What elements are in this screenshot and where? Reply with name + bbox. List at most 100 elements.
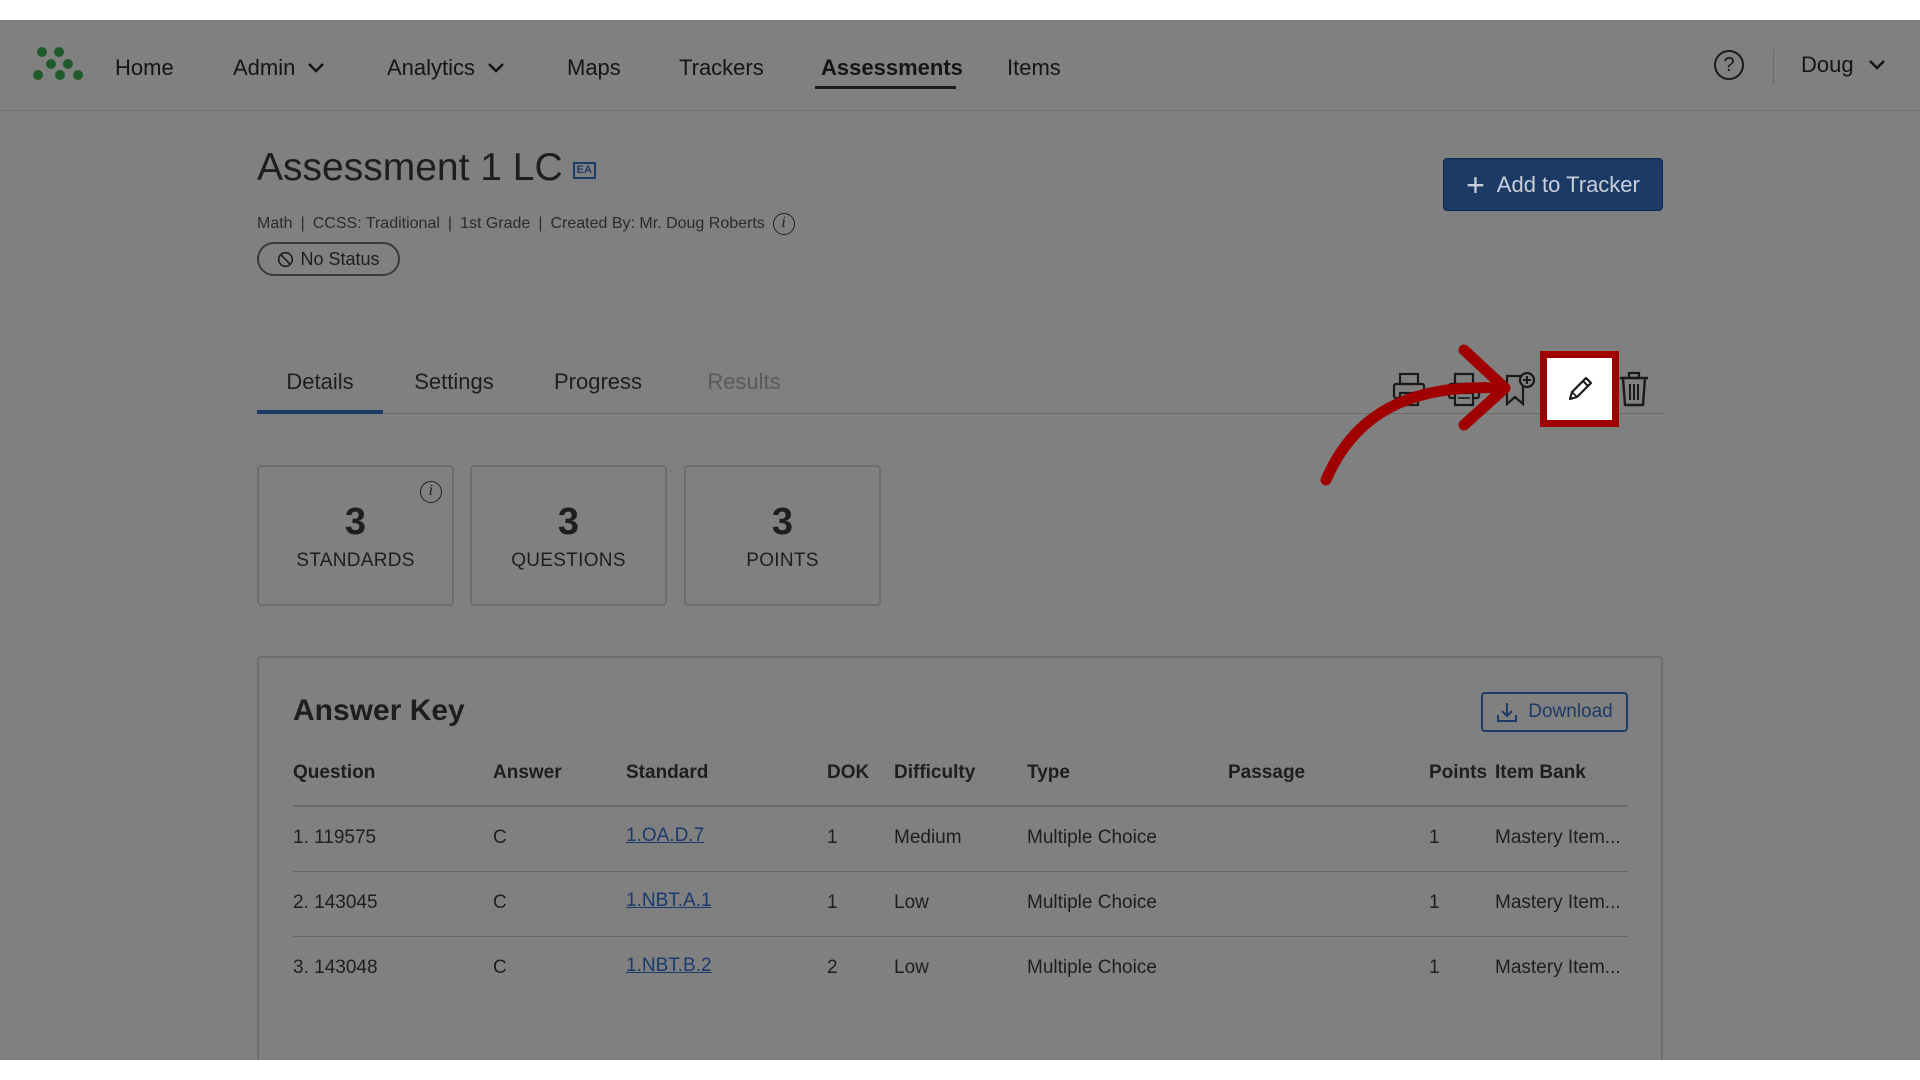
- assessment-meta: Math | CCSS: Traditional | 1st Grade | C…: [257, 213, 795, 235]
- cell-difficulty: Low: [894, 892, 929, 913]
- stat-standards-value: 3: [344, 500, 367, 543]
- meta-creator: Created By: Mr. Doug Roberts: [550, 215, 765, 232]
- download-button[interactable]: Download: [1481, 692, 1628, 732]
- cell-type: Multiple Choice: [1027, 957, 1157, 978]
- cell-difficulty: Medium: [894, 827, 962, 848]
- status-label: No Status: [300, 248, 380, 269]
- tab-settings-label: Settings: [414, 369, 494, 394]
- tab-progress[interactable]: Progress: [534, 350, 662, 414]
- nav-assessments-label: Assessments: [821, 55, 963, 80]
- ea-badge: EA: [572, 161, 596, 179]
- tab-active-indicator: [257, 410, 383, 414]
- stat-points-label: POINTS: [746, 549, 819, 571]
- stat-questions-label: QUESTIONS: [511, 549, 626, 571]
- table-row: 1. 119575 C 1.OA.D.7 1 Medium Multiple C…: [259, 807, 1665, 872]
- answer-key-title: Answer Key: [293, 694, 465, 727]
- trash-icon[interactable]: [1616, 368, 1652, 410]
- nav-analytics[interactable]: Analytics: [387, 52, 505, 84]
- annotation-arrow-icon: [1320, 344, 1511, 486]
- edit-pencil-icon: [1568, 376, 1592, 401]
- app-logo-icon[interactable]: [32, 46, 86, 80]
- add-to-tracker-label: Add to Tracker: [1496, 171, 1640, 197]
- chevron-down-icon: [308, 63, 325, 73]
- meta-subject: Math: [257, 215, 293, 232]
- nav-trackers[interactable]: Trackers: [679, 52, 764, 84]
- meta-grade: 1st Grade: [460, 215, 531, 232]
- status-badge[interactable]: No Status: [257, 242, 400, 276]
- info-icon[interactable]: i: [420, 481, 442, 503]
- column-header-passage[interactable]: Passage: [1228, 762, 1305, 784]
- cell-standard-link[interactable]: 1.OA.D.7: [626, 825, 704, 847]
- column-header-standard[interactable]: Standard: [626, 762, 708, 784]
- download-label: Download: [1528, 701, 1613, 722]
- nav-analytics-label: Analytics: [387, 55, 476, 80]
- answer-key-panel: Answer Key Download Question Answer Stan…: [257, 656, 1663, 1060]
- column-header-points[interactable]: Points: [1429, 762, 1487, 784]
- page-title: Assessment 1 LC: [257, 146, 563, 189]
- add-to-tracker-button[interactable]: + Add to Tracker: [1443, 158, 1663, 211]
- cell-points: 1: [1429, 827, 1440, 848]
- cell-dok: 1: [827, 892, 838, 913]
- table-row: 3. 143048 C 1.NBT.B.2 2 Low Multiple Cho…: [259, 937, 1665, 1002]
- cell-item-bank: Mastery Item...: [1495, 827, 1621, 848]
- cell-points: 1: [1429, 957, 1440, 978]
- cell-type: Multiple Choice: [1027, 827, 1157, 848]
- nav-divider: [1773, 50, 1774, 84]
- cell-standard-link[interactable]: 1.NBT.B.2: [626, 955, 712, 977]
- column-header-question[interactable]: Question: [293, 762, 375, 784]
- tab-settings[interactable]: Settings: [400, 350, 508, 414]
- stat-card-questions: 3 QUESTIONS: [470, 465, 667, 606]
- cell-item-bank: Mastery Item...: [1495, 892, 1621, 913]
- info-icon[interactable]: i: [772, 213, 795, 235]
- nav-maps-label: Maps: [567, 55, 621, 80]
- cell-question: 1. 119575: [293, 827, 377, 848]
- plus-icon: +: [1466, 166, 1485, 203]
- nav-items[interactable]: Items: [1007, 52, 1061, 84]
- nav-items-label: Items: [1007, 55, 1061, 80]
- cell-dok: 2: [827, 957, 838, 978]
- nav-home-label: Home: [115, 55, 174, 80]
- chevron-down-icon: [488, 63, 504, 73]
- table-row: 2. 143045 C 1.NBT.A.1 1 Low Multiple Cho…: [259, 872, 1665, 937]
- stat-points-value: 3: [771, 500, 794, 543]
- meta-separator: |: [300, 215, 305, 232]
- no-status-icon: [278, 251, 294, 267]
- download-icon: [1497, 703, 1518, 722]
- column-header-type[interactable]: Type: [1027, 762, 1070, 784]
- cell-points: 1: [1429, 892, 1440, 913]
- help-icon[interactable]: ?: [1714, 50, 1744, 80]
- cell-question: 2. 143045: [293, 892, 378, 913]
- cell-answer: C: [493, 892, 507, 913]
- meta-separator: |: [538, 215, 543, 232]
- column-header-dok[interactable]: DOK: [827, 762, 869, 784]
- edit-button[interactable]: [1540, 351, 1619, 427]
- stat-card-standards: i 3 STANDARDS: [257, 465, 454, 606]
- tab-details[interactable]: Details: [257, 350, 383, 414]
- nav-admin[interactable]: Admin: [233, 52, 325, 84]
- nav-assessments[interactable]: Assessments: [821, 52, 963, 84]
- cell-item-bank: Mastery Item...: [1495, 957, 1621, 978]
- app-screen: Home Admin Analytics Maps Trackers Asses…: [0, 20, 1920, 1060]
- assessment-title-row: Assessment 1 LC EA: [257, 146, 596, 190]
- cell-question: 3. 143048: [293, 957, 378, 978]
- cell-dok: 1: [827, 827, 838, 848]
- nav-maps[interactable]: Maps: [567, 52, 621, 84]
- user-menu[interactable]: Doug: [1801, 52, 1886, 78]
- tab-details-label: Details: [286, 369, 354, 394]
- stat-standards-label: STANDARDS: [296, 549, 415, 571]
- nav-home[interactable]: Home: [115, 52, 174, 84]
- cell-answer: C: [493, 957, 507, 978]
- stat-questions-value: 3: [557, 500, 580, 543]
- column-header-item-bank[interactable]: Item Bank: [1495, 762, 1586, 784]
- tab-progress-label: Progress: [553, 369, 643, 394]
- nav-trackers-label: Trackers: [679, 55, 764, 80]
- cell-type: Multiple Choice: [1027, 892, 1157, 913]
- cell-answer: C: [493, 827, 507, 848]
- chevron-down-icon: [1868, 60, 1885, 70]
- column-header-answer[interactable]: Answer: [493, 762, 562, 784]
- column-header-difficulty[interactable]: Difficulty: [894, 762, 975, 784]
- stat-card-points: 3 POINTS: [684, 465, 881, 606]
- nav-admin-label: Admin: [233, 55, 296, 80]
- cell-standard-link[interactable]: 1.NBT.A.1: [626, 890, 712, 912]
- tab-results-label: Results: [707, 369, 781, 394]
